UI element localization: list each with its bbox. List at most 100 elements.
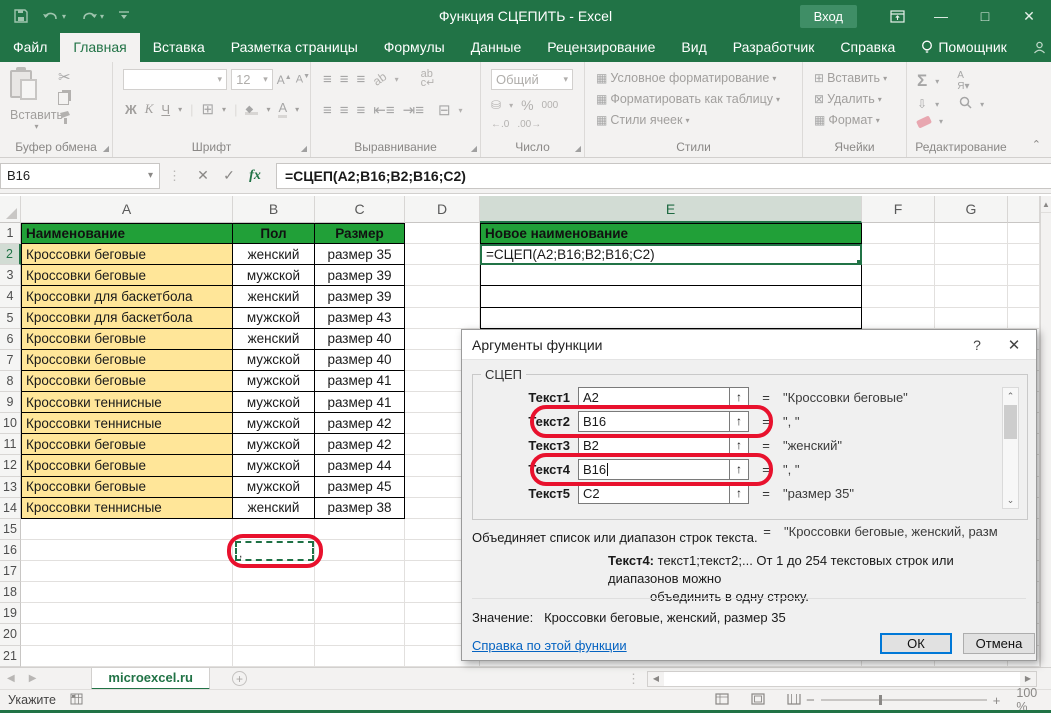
row-header-17[interactable]: 17 bbox=[0, 561, 21, 582]
cell-A15[interactable] bbox=[21, 519, 233, 540]
cell-A6[interactable]: Кроссовки беговые bbox=[21, 329, 233, 350]
confirm-entry-icon[interactable]: ✓ bbox=[216, 167, 242, 184]
formula-input[interactable]: =СЦЕП(A2;B16;B2;B16;C2) bbox=[276, 163, 1051, 189]
customize-qat-icon[interactable] bbox=[118, 11, 130, 21]
arg-input-текст2[interactable]: B16 bbox=[578, 411, 730, 432]
arg-input-текст3[interactable]: B2 bbox=[578, 435, 730, 456]
column-header-C[interactable]: C bbox=[315, 196, 405, 223]
sort-filter-icon[interactable]: АЯ▾ bbox=[957, 70, 969, 92]
zoom-out-icon[interactable]: − bbox=[806, 692, 815, 709]
tab-данные[interactable]: Данные bbox=[458, 33, 535, 62]
cell-C2[interactable]: размер 35 bbox=[315, 244, 405, 265]
dialog-help-icon[interactable]: ? bbox=[962, 337, 992, 353]
font-dialog-launcher-icon[interactable]: ◢ bbox=[301, 144, 307, 153]
cell-A3[interactable]: Кроссовки беговые bbox=[21, 265, 233, 286]
column-header-G[interactable]: G bbox=[935, 196, 1008, 223]
cell-B3[interactable]: мужской bbox=[233, 265, 315, 286]
sheet-prev-icon[interactable]: ◀ bbox=[0, 673, 22, 684]
cell-G2[interactable] bbox=[935, 244, 1008, 265]
cell-C18[interactable] bbox=[315, 582, 405, 603]
dialog-scroll-down-icon[interactable]: ⌄ bbox=[1003, 492, 1018, 508]
collapse-dialog-icon[interactable]: ↑ bbox=[730, 411, 749, 432]
function-help-link[interactable]: Справка по этой функции bbox=[472, 638, 627, 653]
format-painter-icon[interactable] bbox=[58, 111, 72, 127]
cell-A14[interactable]: Кроссовки теннисные bbox=[21, 498, 233, 519]
tab-разработчик[interactable]: Разработчик bbox=[720, 33, 828, 62]
italic-button[interactable]: К bbox=[145, 101, 154, 117]
tab-помощник[interactable]: Помощник bbox=[908, 33, 1019, 62]
fill-down-icon[interactable]: ⇩ bbox=[917, 97, 927, 111]
cancel-entry-icon[interactable]: ✕ bbox=[190, 167, 216, 184]
font-color-icon[interactable]: А bbox=[278, 100, 287, 118]
cell-H1[interactable] bbox=[1008, 223, 1040, 244]
cell-A11[interactable]: Кроссовки беговые bbox=[21, 434, 233, 455]
cell-C13[interactable]: размер 45 bbox=[315, 477, 405, 498]
cell-C7[interactable]: размер 40 bbox=[315, 350, 405, 371]
orientation-icon[interactable]: ab bbox=[370, 69, 389, 88]
autosum-icon[interactable]: Σ bbox=[917, 71, 927, 91]
cell-G4[interactable] bbox=[935, 286, 1008, 307]
name-box[interactable]: B16 ▾ bbox=[0, 163, 160, 189]
cell-B15[interactable] bbox=[233, 519, 315, 540]
copy-icon[interactable] bbox=[58, 92, 69, 105]
cell-H2[interactable] bbox=[1008, 244, 1040, 265]
arg-input-текст1[interactable]: A2 bbox=[578, 387, 730, 408]
redo-icon[interactable]: ▾ bbox=[80, 10, 104, 23]
dialog-scroll-thumb[interactable] bbox=[1004, 405, 1017, 439]
format-cells-button[interactable]: ▦Формат▾ bbox=[811, 112, 883, 128]
row-header-3[interactable]: 3 bbox=[0, 265, 21, 286]
cell-B20[interactable] bbox=[233, 624, 315, 645]
minimize-button[interactable]: — bbox=[919, 0, 963, 32]
cell-C4[interactable]: размер 39 bbox=[315, 286, 405, 307]
row-header-20[interactable]: 20 bbox=[0, 624, 21, 645]
scroll-right-icon[interactable]: ▶ bbox=[1020, 672, 1036, 686]
zoom-slider[interactable] bbox=[821, 699, 987, 701]
cell-G5[interactable] bbox=[935, 308, 1008, 329]
format-as-table-button[interactable]: ▦Форматировать как таблицу▾ bbox=[593, 91, 783, 107]
undo-icon[interactable]: ▾ bbox=[42, 10, 66, 23]
scroll-left-icon[interactable]: ◀ bbox=[648, 672, 664, 686]
cell-C17[interactable] bbox=[315, 561, 405, 582]
cell-A20[interactable] bbox=[21, 624, 233, 645]
cell-B4[interactable]: женский bbox=[233, 286, 315, 307]
cell-E4[interactable] bbox=[480, 286, 862, 307]
cell-E1[interactable]: Новое наименование bbox=[480, 223, 862, 244]
align-right-icon[interactable]: ≡ bbox=[357, 102, 366, 119]
increase-indent-icon[interactable]: ⇥≡ bbox=[403, 101, 424, 119]
row-header-7[interactable]: 7 bbox=[0, 350, 21, 371]
cell-C5[interactable]: размер 43 bbox=[315, 308, 405, 329]
conditional-formatting-button[interactable]: ▦Условное форматирование▾ bbox=[593, 70, 779, 86]
scroll-up-icon[interactable]: ▲ bbox=[1041, 196, 1051, 213]
paste-button[interactable]: Вставить ▾ bbox=[10, 70, 63, 131]
cell-B7[interactable]: мужской bbox=[233, 350, 315, 371]
select-all-corner[interactable] bbox=[0, 196, 21, 223]
row-header-8[interactable]: 8 bbox=[0, 371, 21, 392]
accounting-format-icon[interactable]: ⛁ bbox=[491, 98, 501, 112]
hscroll-resize-handle[interactable]: ⋮ bbox=[627, 671, 647, 687]
cell-B10[interactable]: мужской bbox=[233, 413, 315, 434]
cell-A4[interactable]: Кроссовки для баскетбола bbox=[21, 286, 233, 307]
cell-F4[interactable] bbox=[862, 286, 935, 307]
ribbon-display-options-icon[interactable] bbox=[875, 0, 919, 32]
align-middle-icon[interactable]: ≡ bbox=[340, 71, 349, 88]
page-layout-view-icon[interactable] bbox=[751, 693, 765, 708]
cell-B12[interactable]: мужской bbox=[233, 455, 315, 476]
insert-function-icon[interactable]: fx bbox=[242, 168, 268, 184]
font-size-dropdown[interactable]: 12▾ bbox=[231, 69, 273, 90]
align-left-icon[interactable]: ≡ bbox=[323, 102, 332, 119]
cell-C10[interactable]: размер 42 bbox=[315, 413, 405, 434]
tab-файл[interactable]: Файл bbox=[0, 33, 60, 62]
cell-A2[interactable]: Кроссовки беговые bbox=[21, 244, 233, 265]
cell-B18[interactable] bbox=[233, 582, 315, 603]
macro-record-icon[interactable] bbox=[70, 693, 83, 708]
column-header-E[interactable]: E bbox=[480, 196, 862, 223]
tab-справка[interactable]: Справка bbox=[827, 33, 908, 62]
cell-styles-button[interactable]: ▦Стили ячеек▾ bbox=[593, 112, 693, 128]
cell-D2[interactable] bbox=[405, 244, 480, 265]
align-center-icon[interactable]: ≡ bbox=[340, 102, 349, 119]
cell-C15[interactable] bbox=[315, 519, 405, 540]
cell-C3[interactable]: размер 39 bbox=[315, 265, 405, 286]
cell-D3[interactable] bbox=[405, 265, 480, 286]
collapse-dialog-icon[interactable]: ↑ bbox=[730, 459, 749, 480]
clipboard-dialog-launcher-icon[interactable]: ◢ bbox=[103, 144, 109, 153]
